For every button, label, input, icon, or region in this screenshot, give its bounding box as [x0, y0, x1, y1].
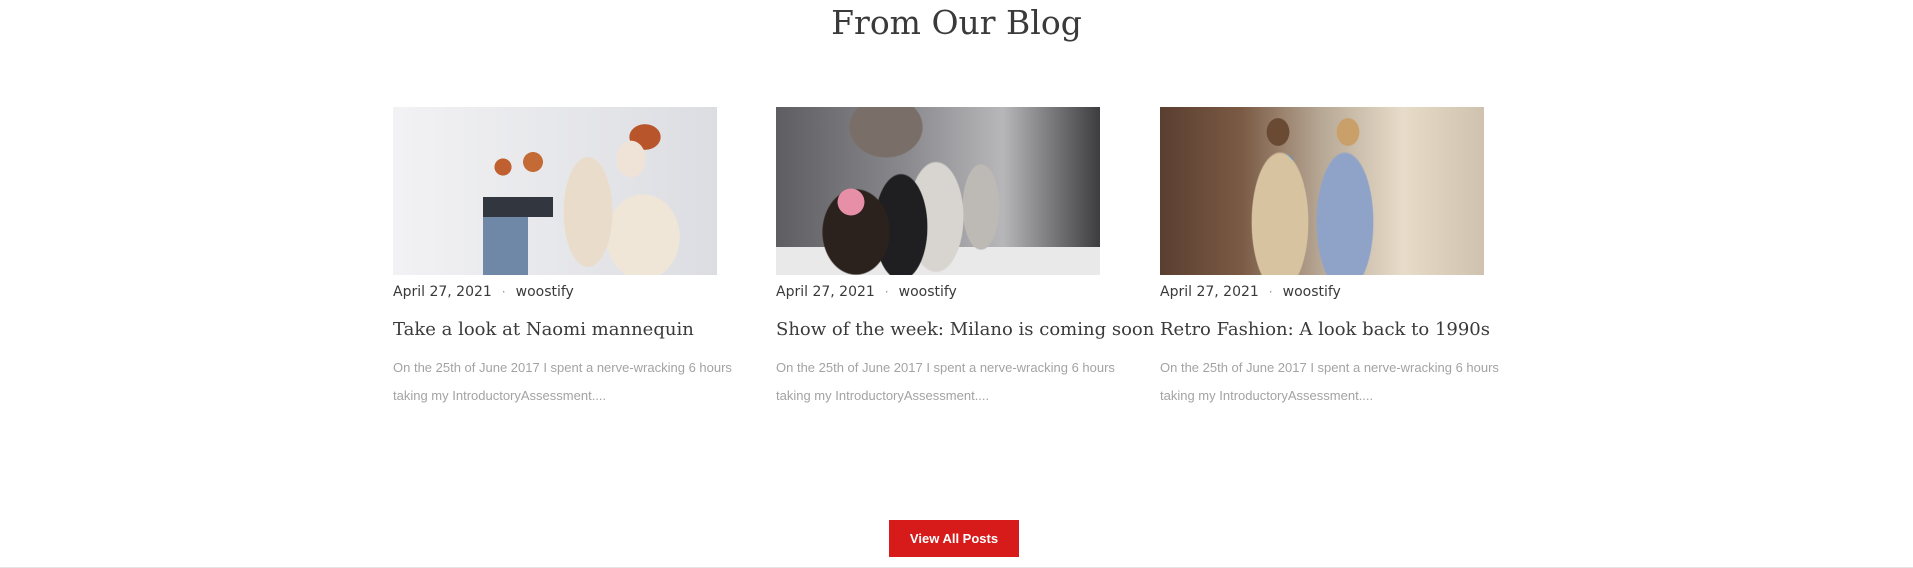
post-date: April 27, 2021 — [1160, 284, 1259, 300]
post-title-link[interactable]: Show of the week: Milano is coming soon — [776, 318, 1154, 342]
meta-separator: · — [1268, 285, 1273, 299]
blog-post-card: April 27, 2021 · woostify Retro Fashion: A… — [1160, 107, 1520, 410]
blog-post-list: April 27, 2021 · woostify Take a look at N… — [393, 107, 1523, 427]
meta-separator: · — [884, 285, 889, 299]
post-excerpt: On the 25th of June 2017 I spent a nerve… — [393, 360, 732, 403]
blog-post-card: April 27, 2021 · woostify Show of the week… — [776, 107, 1154, 410]
view-all-posts-button[interactable]: View All Posts — [889, 520, 1019, 557]
post-date: April 27, 2021 — [393, 284, 492, 300]
post-thumbnail[interactable] — [1160, 107, 1484, 275]
post-title-link[interactable]: Retro Fashion: A look back to 1990s — [1160, 318, 1520, 342]
post-author-link[interactable]: woostify — [1283, 284, 1341, 300]
post-meta: April 27, 2021 · woostify — [1160, 282, 1520, 302]
post-title-link[interactable]: Take a look at Naomi mannequin — [393, 318, 753, 342]
post-author-link[interactable]: woostify — [899, 284, 957, 300]
post-meta: April 27, 2021 · woostify — [393, 282, 753, 302]
post-thumbnail[interactable] — [393, 107, 717, 275]
post-date: April 27, 2021 — [776, 284, 875, 300]
post-excerpt: On the 25th of June 2017 I spent a nerve… — [1160, 360, 1499, 403]
meta-separator: · — [501, 285, 506, 299]
section-title: From Our Blog — [831, 3, 1082, 42]
post-excerpt: On the 25th of June 2017 I spent a nerve… — [776, 360, 1115, 403]
blog-post-card: April 27, 2021 · woostify Take a look at N… — [393, 107, 753, 410]
post-meta: April 27, 2021 · woostify — [776, 282, 1136, 302]
post-thumbnail[interactable] — [776, 107, 1100, 275]
post-author-link[interactable]: woostify — [516, 284, 574, 300]
